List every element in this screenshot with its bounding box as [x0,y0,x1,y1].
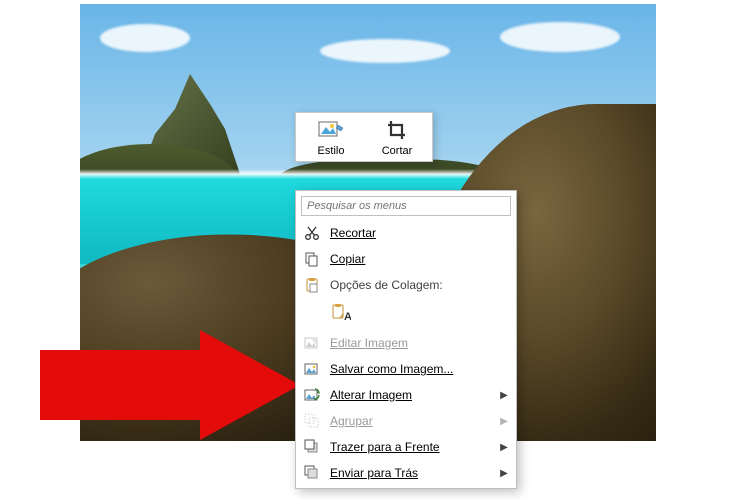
cloud [320,39,450,63]
menu-section-paste-options: Opções de Colagem: [298,272,514,298]
submenu-arrow-icon: ▶ [500,416,508,427]
submenu-arrow-icon: ▶ [500,442,508,453]
style-label: Estilo [302,145,360,157]
menu-item-bring-to-front[interactable]: Trazer para a Frente ▶ [298,434,514,460]
menu-search-wrapper [301,196,511,216]
mini-toolbar: Estilo Cortar [295,112,433,162]
change-image-icon [302,386,322,404]
crop-label: Cortar [368,145,426,157]
save-as-image-icon [302,360,322,378]
svg-text:A: A [344,311,351,323]
menu-search-input[interactable] [301,196,511,216]
edit-image-icon [302,334,322,352]
menu-item-send-to-back[interactable]: Enviar para Trás ▶ [298,460,514,486]
cloud [100,24,190,52]
menu-item-save-as-image[interactable]: Salvar como Imagem... [298,356,514,382]
scissors-icon [302,224,322,242]
paste-keep-formatting-icon: A [331,303,351,323]
style-button[interactable]: Estilo [298,117,364,159]
menu-item-copy[interactable]: Copiar [298,246,514,272]
crop-button[interactable]: Cortar [364,117,430,159]
group-icon [302,412,322,430]
clipboard-icon [302,276,322,294]
copy-icon [302,250,322,268]
menu-item-group: Agrupar ▶ [298,408,514,434]
bring-to-front-icon [302,438,322,456]
crop-icon [368,119,426,143]
cloud [500,22,620,52]
menu-item-edit-image: Editar Imagem [298,330,514,356]
paste-keep-formatting-button[interactable]: A [328,300,354,326]
paste-options-row: A [298,298,514,330]
send-to-back-icon [302,464,322,482]
menu-item-cut[interactable]: Recortar [298,220,514,246]
annotation-arrow [40,330,300,440]
menu-item-change-image[interactable]: Alterar Imagem ▶ [298,382,514,408]
submenu-arrow-icon: ▶ [500,390,508,401]
context-menu: Recortar Copiar Opções de Colagem: A [295,190,517,489]
submenu-arrow-icon: ▶ [500,468,508,479]
picture-style-icon [302,119,360,143]
